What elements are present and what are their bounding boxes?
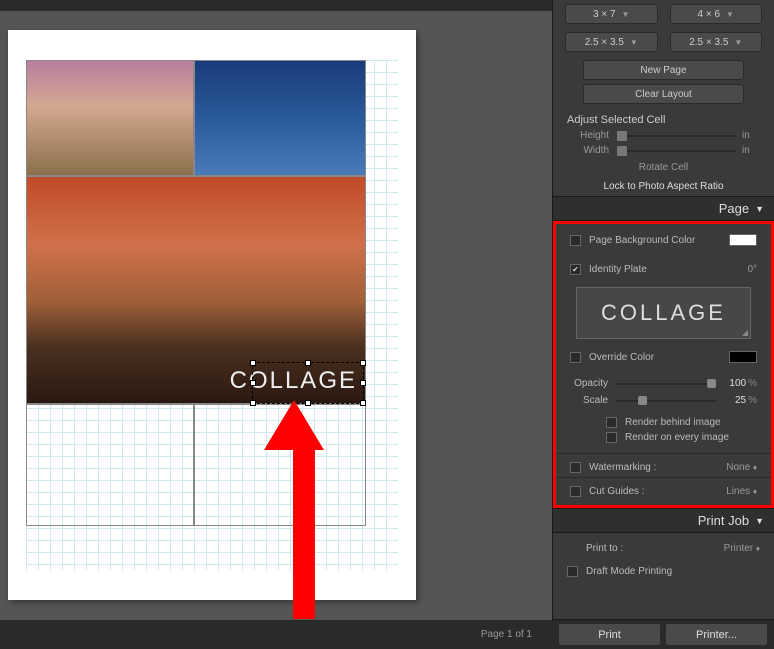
scale-label: Scale bbox=[570, 395, 616, 406]
opacity-value[interactable]: 100 bbox=[716, 378, 746, 389]
render-behind-checkbox[interactable] bbox=[606, 417, 617, 428]
photo-cell-top-right[interactable] bbox=[194, 60, 366, 176]
opacity-label: Opacity bbox=[570, 378, 616, 389]
height-slider[interactable] bbox=[617, 135, 736, 137]
watermarking-label: Watermarking : bbox=[589, 462, 656, 473]
identity-plate-label: Identity Plate bbox=[589, 264, 647, 275]
override-color-checkbox[interactable] bbox=[570, 352, 581, 363]
watermarking-value[interactable]: None ♦ bbox=[726, 462, 757, 473]
print-page[interactable]: COLLAGE bbox=[8, 30, 416, 600]
printer-button[interactable]: Printer... bbox=[665, 623, 768, 646]
photo-cell-top-left[interactable] bbox=[26, 60, 194, 176]
triangle-down-icon: ▼ bbox=[755, 516, 764, 526]
rotate-cell-link[interactable]: Rotate Cell bbox=[553, 158, 774, 177]
lock-aspect-link[interactable]: Lock to Photo Aspect Ratio bbox=[553, 177, 774, 196]
draft-mode-checkbox[interactable] bbox=[567, 566, 578, 577]
dropdown-corner-icon bbox=[742, 330, 748, 336]
horizontal-ruler bbox=[0, 0, 552, 12]
watermarking-checkbox[interactable] bbox=[570, 462, 581, 473]
opacity-slider[interactable] bbox=[616, 383, 716, 385]
chevron-down-icon: ▼ bbox=[622, 10, 630, 19]
preset-3x7[interactable]: 3 × 7▼ bbox=[565, 4, 658, 24]
bg-color-swatch[interactable] bbox=[729, 234, 757, 246]
photo-cell-bottom-left[interactable] bbox=[26, 404, 194, 526]
new-page-button[interactable]: New Page bbox=[583, 60, 744, 80]
width-slider[interactable] bbox=[617, 150, 736, 152]
triangle-down-icon: ▼ bbox=[755, 204, 764, 214]
width-label: Width bbox=[567, 145, 617, 156]
identity-plate-checkbox[interactable] bbox=[570, 264, 581, 275]
right-panel: 3 × 7▼ 4 × 6▼ 2.5 × 3.5▼ 2.5 × 3.5▼ New … bbox=[552, 0, 774, 649]
cut-guides-value[interactable]: Lines ♦ bbox=[726, 486, 757, 497]
chevron-down-icon: ▼ bbox=[734, 38, 742, 47]
annotation-arrow bbox=[283, 400, 324, 620]
page-panel-body: Page Background Color Identity Plate 0° … bbox=[553, 221, 774, 508]
clear-layout-button[interactable]: Clear Layout bbox=[583, 84, 744, 104]
chevron-down-icon: ▼ bbox=[630, 38, 638, 47]
bg-color-label: Page Background Color bbox=[589, 235, 695, 246]
draft-mode-label: Draft Mode Printing bbox=[586, 566, 672, 577]
override-color-swatch[interactable] bbox=[729, 351, 757, 363]
page-counter: Page 1 of 1 bbox=[481, 629, 532, 640]
canvas-area: COLLAGE bbox=[0, 12, 552, 619]
render-every-label: Render on every image bbox=[625, 432, 729, 443]
cut-guides-checkbox[interactable] bbox=[570, 486, 581, 497]
scale-value[interactable]: 25 bbox=[716, 395, 746, 406]
render-behind-label: Render behind image bbox=[625, 417, 721, 428]
selection-box[interactable] bbox=[252, 362, 364, 404]
width-unit: in bbox=[736, 145, 760, 156]
identity-plate-preview[interactable]: COLLAGE bbox=[576, 287, 751, 339]
preset-4x6[interactable]: 4 × 6▼ bbox=[670, 4, 763, 24]
chevron-down-icon: ▼ bbox=[726, 10, 734, 19]
height-unit: in bbox=[736, 130, 760, 141]
print-button[interactable]: Print bbox=[558, 623, 661, 646]
print-to-value[interactable]: Printer ♦ bbox=[724, 543, 760, 554]
bg-color-checkbox[interactable] bbox=[570, 235, 581, 246]
scale-slider[interactable] bbox=[616, 400, 716, 402]
identity-angle[interactable]: 0° bbox=[747, 264, 757, 275]
print-job-panel-header[interactable]: Print Job▼ bbox=[553, 508, 774, 533]
status-bar: Page 1 of 1 bbox=[0, 619, 552, 649]
preset-2p5x3p5-b[interactable]: 2.5 × 3.5▼ bbox=[670, 32, 763, 52]
render-every-checkbox[interactable] bbox=[606, 432, 617, 443]
height-label: Height bbox=[567, 130, 617, 141]
cut-guides-label: Cut Guides : bbox=[589, 486, 645, 497]
preset-2p5x3p5-a[interactable]: 2.5 × 3.5▼ bbox=[565, 32, 658, 52]
adjust-cell-title: Adjust Selected Cell bbox=[553, 108, 774, 128]
bottom-action-bar: Print Printer... bbox=[552, 619, 774, 649]
print-to-label: Print to : bbox=[586, 543, 623, 554]
page-panel-header[interactable]: Page▼ bbox=[553, 196, 774, 221]
override-color-label: Override Color bbox=[589, 352, 654, 363]
